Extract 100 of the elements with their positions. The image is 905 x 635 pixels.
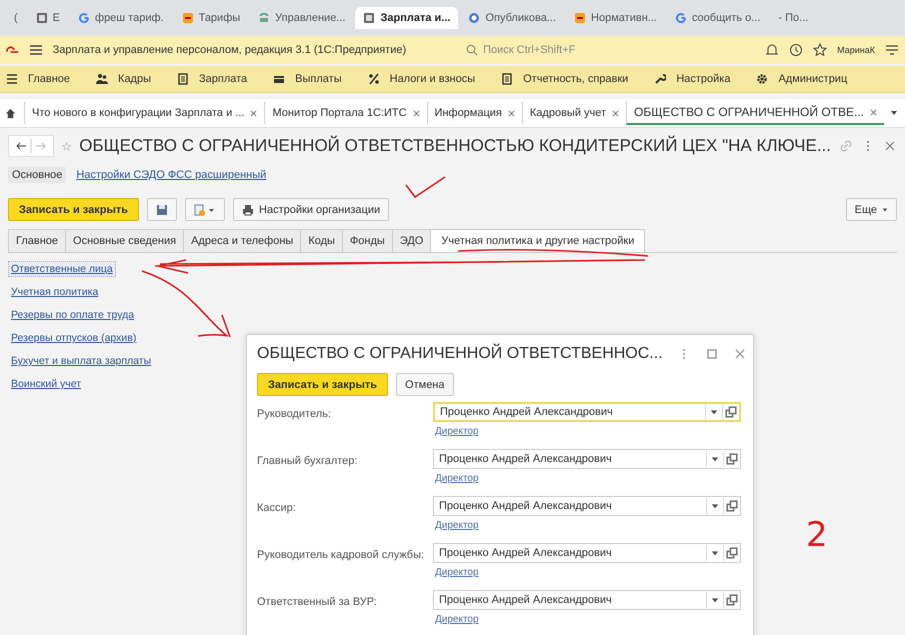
open-tab[interactable]: Информация bbox=[426, 102, 522, 124]
close-icon[interactable] bbox=[412, 110, 420, 116]
check-mark-annotation bbox=[405, 176, 446, 198]
section-item[interactable]: Отчетность, справки bbox=[501, 73, 628, 85]
star-icon[interactable] bbox=[813, 43, 828, 57]
open-tab[interactable]: Что нового в конфигурации Зарплата и ... bbox=[24, 102, 264, 124]
form-nav-link[interactable]: Настройки СЭДО ФСС расширенный bbox=[72, 167, 270, 183]
open-icon[interactable] bbox=[723, 498, 740, 514]
dropdown-icon[interactable] bbox=[890, 109, 898, 117]
save-icon-button[interactable] bbox=[147, 198, 178, 221]
field-label: Главный бухгалтер: bbox=[257, 454, 358, 469]
browser-tab[interactable]: Управление... bbox=[250, 7, 354, 29]
position-link[interactable]: Директор bbox=[435, 426, 479, 437]
section-item[interactable]: Главное bbox=[6, 73, 70, 85]
section-item[interactable]: Настройка bbox=[654, 73, 730, 85]
section-item[interactable]: Администриц bbox=[756, 73, 848, 85]
browser-tab[interactable]: фреш тариф. bbox=[70, 7, 172, 29]
field-label: Руководитель кадровой службы: bbox=[257, 548, 426, 563]
section-item[interactable]: Налоги и взносы bbox=[368, 73, 476, 85]
field-label: Руководитель: bbox=[257, 407, 332, 422]
caret-icon bbox=[882, 206, 888, 212]
g-logo-icon bbox=[674, 12, 687, 24]
form-tab[interactable]: ЭДО bbox=[392, 229, 432, 252]
site-logo-icon bbox=[574, 12, 586, 24]
document-dropdown-button[interactable] bbox=[185, 198, 226, 221]
app-title: Зарплата и управление персоналом, редакция 3.1 (1С:Предприятие) bbox=[52, 44, 406, 56]
browser-tab[interactable]: сообщить о... bbox=[666, 7, 768, 29]
browser-tab[interactable]: Нормативн... bbox=[566, 7, 665, 29]
g-logo-icon bbox=[78, 12, 90, 24]
form-tab[interactable]: Адреса и телефоны bbox=[183, 229, 302, 252]
organization-settings-button[interactable]: Настройки организации bbox=[233, 198, 390, 221]
open-tab[interactable]: ОБЩЕСТВО С ОГРАНИЧЕННОЙ ОТВЕ... bbox=[626, 101, 884, 125]
open-icon[interactable] bbox=[723, 545, 740, 561]
document-icon bbox=[501, 73, 514, 85]
people-icon bbox=[96, 73, 108, 85]
browser-tab[interactable]: Зарплата и... bbox=[355, 7, 458, 29]
settings-menu-icon[interactable] bbox=[885, 43, 899, 57]
person-select-field[interactable]: Проценко Андрей Александрович bbox=[433, 496, 741, 516]
close-icon[interactable] bbox=[250, 110, 258, 116]
section-link[interactable]: Резервы по оплате труда bbox=[8, 307, 138, 323]
save-and-close-button[interactable]: Записать и закрыть bbox=[257, 373, 388, 396]
browser-tab[interactable]: Опубликова... bbox=[460, 7, 564, 29]
browser-tab[interactable]: E bbox=[28, 7, 68, 29]
position-link[interactable]: Директор bbox=[435, 520, 479, 531]
person-select-field[interactable]: Проценко Андрей Александрович bbox=[433, 449, 741, 469]
section-item[interactable]: Выплаты bbox=[273, 73, 342, 85]
person-select-field[interactable]: Проценко Андрей Александрович bbox=[433, 402, 741, 422]
form-tab[interactable]: Учетная политика и другие настройки bbox=[430, 229, 646, 252]
position-link[interactable]: Директор bbox=[435, 614, 479, 625]
section-link[interactable]: Воинский учет bbox=[8, 376, 84, 392]
home-icon[interactable] bbox=[5, 108, 16, 118]
position-link[interactable]: Директор bbox=[435, 473, 479, 484]
form-tab[interactable]: Фонды bbox=[342, 229, 393, 252]
section-item[interactable]: Зарплата bbox=[177, 73, 248, 85]
printer-icon bbox=[242, 204, 254, 216]
square-icon bbox=[363, 12, 376, 24]
circle-icon bbox=[468, 12, 480, 24]
close-icon[interactable] bbox=[883, 139, 897, 153]
save-and-close-button[interactable]: Записать и закрыть bbox=[8, 198, 140, 221]
open-icon[interactable] bbox=[723, 451, 740, 467]
close-icon[interactable] bbox=[732, 347, 747, 361]
dialog-title: ОБЩЕСТВО С ОГРАНИЧЕННОЙ ОТВЕТСТВЕННОС... bbox=[257, 345, 663, 363]
browser-tab[interactable]: - По... bbox=[770, 7, 816, 29]
form-tab[interactable]: Главное bbox=[8, 229, 66, 252]
percent-icon bbox=[368, 73, 380, 85]
search-field[interactable]: Поиск Ctrl+Shift+F bbox=[481, 43, 756, 57]
section-link[interactable]: Ответственные лица bbox=[8, 261, 116, 277]
section-item[interactable]: Кадры bbox=[96, 73, 151, 85]
section-link[interactable]: Бухучет и выплата зарплаты bbox=[8, 353, 154, 369]
site-logo-icon bbox=[182, 12, 194, 24]
bell-icon[interactable] bbox=[765, 43, 780, 57]
square-icon bbox=[36, 12, 48, 24]
user-name[interactable]: МаринаК bbox=[837, 45, 875, 55]
section-link[interactable]: Резервы отпусков (архив) bbox=[8, 330, 140, 346]
card-icon bbox=[273, 73, 286, 85]
form-tab[interactable]: Основные сведения bbox=[65, 229, 184, 252]
menu-icon[interactable] bbox=[28, 43, 43, 57]
form-nav-link[interactable]: Основное bbox=[8, 167, 66, 183]
person-select-field[interactable]: Проценко Андрей Александрович bbox=[433, 590, 741, 610]
open-tab[interactable]: Монитор Портала 1С:ИТС bbox=[264, 102, 427, 124]
close-icon[interactable] bbox=[508, 110, 515, 116]
open-icon[interactable] bbox=[722, 404, 739, 420]
open-icon[interactable] bbox=[723, 592, 740, 608]
cancel-button[interactable]: Отмена bbox=[396, 373, 454, 396]
section-link[interactable]: Учетная политика bbox=[8, 284, 102, 300]
person-select-field[interactable]: Проценко Андрей Александрович bbox=[433, 543, 741, 563]
field-label: Ответственный за ВУР: bbox=[257, 595, 378, 610]
close-icon[interactable] bbox=[870, 108, 878, 116]
form-title: ОБЩЕСТВО С ОГРАНИЧЕННОЙ ОТВЕТСТВЕННОСТЬЮ КОНДИТЕРСКИЙ ЦЕХ "НА КЛЮЧЕ... bbox=[79, 136, 831, 156]
close-icon[interactable] bbox=[612, 110, 620, 116]
browser-tab[interactable]: ( bbox=[6, 7, 26, 29]
history-icon[interactable] bbox=[789, 43, 804, 57]
more-button[interactable]: Еще bbox=[846, 198, 897, 221]
browser-tab[interactable]: Тарифы bbox=[174, 7, 248, 29]
document-icon bbox=[177, 73, 189, 85]
open-tab[interactable]: Кадровый учет bbox=[522, 102, 626, 124]
wrench-icon bbox=[654, 73, 666, 85]
position-link[interactable]: Директор bbox=[435, 567, 479, 578]
maximize-icon[interactable] bbox=[704, 347, 719, 361]
form-tab[interactable]: Коды bbox=[300, 229, 343, 252]
